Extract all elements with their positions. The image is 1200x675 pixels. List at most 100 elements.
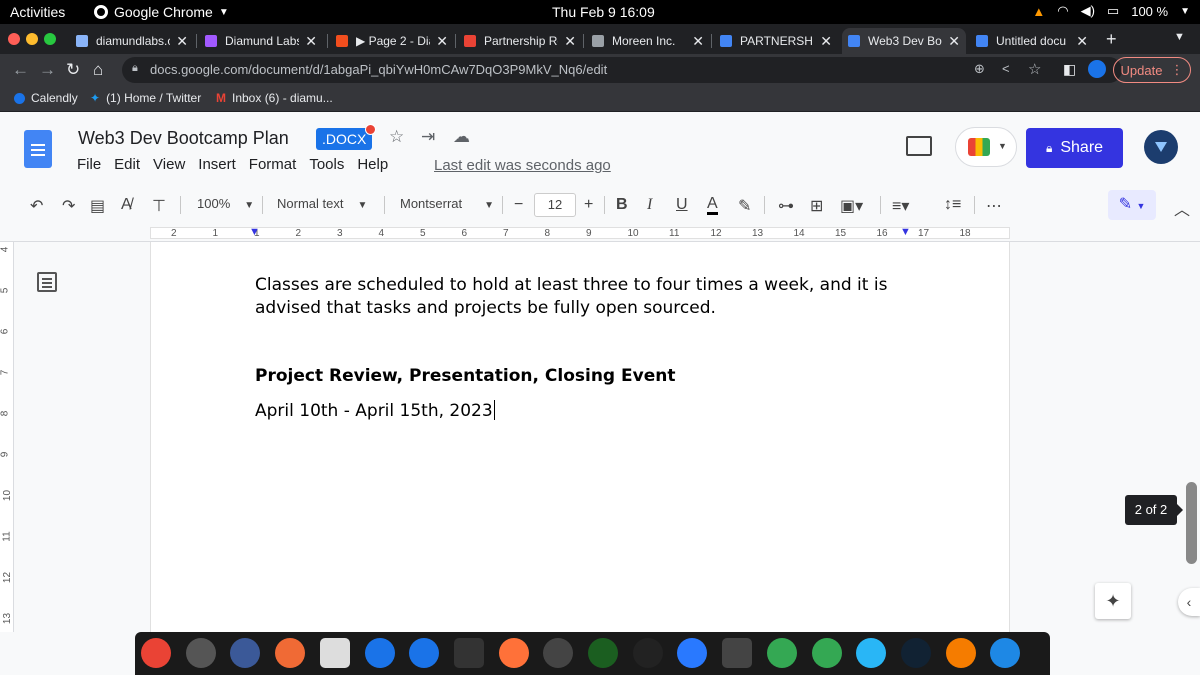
style-select[interactable]: Normal text ▼ xyxy=(277,196,367,211)
help-icon[interactable] xyxy=(453,638,484,668)
trash-icon[interactable] xyxy=(319,638,350,668)
menu-edit[interactable]: Edit xyxy=(114,156,140,173)
lock-icon[interactable]: 🔒︎ xyxy=(132,62,138,75)
link-icon[interactable]: ⊶ xyxy=(778,196,794,216)
increase-font-size-button[interactable]: + xyxy=(584,196,593,214)
browser-tab[interactable]: ▶ Page 2 - Dia ✕ xyxy=(330,28,454,54)
circle-app-icon[interactable] xyxy=(588,638,618,668)
browser-tab[interactable]: Web3 Dev Boo ✕ xyxy=(842,28,966,54)
side-panel-icon[interactable]: ◧ xyxy=(1063,61,1076,78)
comment-icon[interactable]: ⊞ xyxy=(810,196,823,216)
decrease-font-size-button[interactable]: − xyxy=(514,196,523,214)
undo-icon[interactable]: ↶ xyxy=(30,196,43,216)
close-tab-icon[interactable]: ✕ xyxy=(1076,33,1088,50)
font-select[interactable]: Montserrat ▼ xyxy=(400,196,494,211)
document-title[interactable]: Web3 Dev Bootcamp Plan xyxy=(78,128,289,149)
files-icon[interactable] xyxy=(677,638,708,668)
at-icon[interactable] xyxy=(856,638,887,668)
last-edit-link[interactable]: Last edit was seconds ago xyxy=(434,157,611,174)
vlc-icon[interactable] xyxy=(945,638,976,668)
app-menu[interactable]: Google Chrome ▼ xyxy=(94,4,229,20)
browser-tab[interactable]: Moreen Inc. ✕ xyxy=(586,28,710,54)
new-tab-button[interactable]: + xyxy=(1106,29,1117,50)
side-panel-toggle[interactable]: ‹ xyxy=(1178,588,1200,616)
docx-badge[interactable]: .DOCX xyxy=(316,124,377,150)
right-indent-marker-icon[interactable]: ▼ xyxy=(900,226,911,238)
browser-tab[interactable]: Untitled docu ✕ xyxy=(970,28,1094,54)
document-outline-icon[interactable] xyxy=(37,272,57,292)
menu-insert[interactable]: Insert xyxy=(198,156,236,173)
tab-search-icon[interactable]: ▼ xyxy=(1174,31,1185,43)
paint-format-icon[interactable]: ⊤ xyxy=(152,196,166,216)
screenshot-icon[interactable] xyxy=(230,638,261,668)
browser-tab[interactable]: PARTNERSHIP ✕ xyxy=(714,28,838,54)
align-icon[interactable]: ≡▾ xyxy=(892,196,909,216)
meet-button[interactable]: ▼ xyxy=(955,127,1017,167)
editing-mode-button[interactable]: ✎ ▼ xyxy=(1108,190,1156,220)
obs-icon[interactable] xyxy=(543,638,574,668)
docs-logo-icon[interactable] xyxy=(24,130,52,168)
extension-icon[interactable] xyxy=(1088,60,1106,78)
date-range-text[interactable]: April 10th - April 15th, 2023 xyxy=(255,400,495,421)
un-icon[interactable] xyxy=(990,638,1021,668)
horizontal-ruler[interactable]: 2 1 1 2 3 4 5 6 7 8 9 10 11 12 13 14 15 16 17 18 ▼ ▼ xyxy=(0,224,1200,242)
home-icon[interactable]: ⌂ xyxy=(93,60,103,80)
update-button[interactable]: Update ⋮ xyxy=(1113,57,1191,83)
feather-icon[interactable] xyxy=(364,638,395,668)
pencil-icon[interactable] xyxy=(275,638,306,668)
scrollbar-thumb[interactable] xyxy=(1186,482,1197,564)
minimize-window-button[interactable] xyxy=(26,33,38,45)
explore-button[interactable]: ✦ xyxy=(1095,583,1131,619)
terminal-icon[interactable] xyxy=(632,638,663,668)
url-text[interactable]: docs.google.com/document/d/1abgaPi_qbiYw… xyxy=(150,62,607,77)
redo-icon[interactable]: ↷ xyxy=(62,196,75,216)
reload-icon[interactable]: ↻ xyxy=(66,60,80,80)
move-icon[interactable]: ⇥ xyxy=(421,127,435,147)
app-store-icon[interactable] xyxy=(409,638,440,668)
firefox-icon[interactable] xyxy=(498,638,529,668)
system-tray[interactable]: ▲ ◠ ◀) ▭ 100 % ▼ xyxy=(1032,3,1190,19)
close-tab-icon[interactable]: ✕ xyxy=(948,33,960,50)
font-size-input[interactable]: 12 xyxy=(534,193,576,217)
bold-icon[interactable]: B xyxy=(616,196,628,214)
back-icon[interactable]: ← xyxy=(12,60,29,80)
browser-tab[interactable]: Partnership Re ✕ xyxy=(458,28,582,54)
maximize-window-button[interactable] xyxy=(44,33,56,45)
section-heading[interactable]: Project Review, Presentation, Closing Ev… xyxy=(255,366,675,386)
close-tab-icon[interactable]: ✕ xyxy=(436,33,448,50)
star-icon[interactable]: ☆ xyxy=(389,127,404,147)
share-page-icon[interactable]: < xyxy=(1002,61,1010,76)
close-tab-icon[interactable]: ✕ xyxy=(692,33,704,50)
browser-tab[interactable]: Diamund Labs ✕ xyxy=(199,28,323,54)
image-icon[interactable]: ▣▾ xyxy=(840,196,863,216)
settings-icon[interactable] xyxy=(185,638,216,668)
body-paragraph[interactable]: Classes are scheduled to hold at least t… xyxy=(255,274,887,320)
collapse-menu-icon[interactable]: ︿ xyxy=(1174,196,1190,220)
menu-view[interactable]: View xyxy=(153,156,185,173)
menu-help[interactable]: Help xyxy=(357,156,388,173)
speedometer-icon[interactable] xyxy=(900,638,931,668)
close-tab-icon[interactable]: ✕ xyxy=(820,33,832,50)
menu-format[interactable]: Format xyxy=(249,156,297,173)
toggle-icon[interactable] xyxy=(722,638,753,668)
zoom-select[interactable]: 100% ▼ xyxy=(197,196,254,211)
activities-button[interactable]: Activities xyxy=(10,4,65,20)
close-window-button[interactable] xyxy=(8,33,20,45)
clock[interactable]: Thu Feb 9 16:09 xyxy=(552,4,655,20)
text-color-icon[interactable]: A xyxy=(707,196,718,215)
close-tab-icon[interactable]: ✕ xyxy=(305,33,317,50)
spellcheck-icon[interactable]: A̸ xyxy=(121,196,132,214)
browser-tab[interactable]: diamundlabs.c ✕ xyxy=(70,28,194,54)
vertical-ruler[interactable]: 4 5 6 7 8 9 10 11 12 13 xyxy=(0,242,14,632)
close-tab-icon[interactable]: ✕ xyxy=(564,33,576,50)
avatar[interactable] xyxy=(1144,130,1178,164)
more-options-icon[interactable]: ⋯ xyxy=(986,196,1002,216)
puzzle-icon[interactable] xyxy=(766,638,797,668)
highlight-icon[interactable]: ✎ xyxy=(738,196,751,216)
zoom-icon[interactable]: ⊕ xyxy=(974,61,985,77)
bookmark-star-icon[interactable]: ☆ xyxy=(1028,60,1041,78)
menu-tools[interactable]: Tools xyxy=(309,156,344,173)
menu-file[interactable]: File xyxy=(77,156,101,173)
bookmark-gmail[interactable]: M Inbox (6) - diamu... xyxy=(216,91,333,105)
forward-icon[interactable]: → xyxy=(39,60,56,80)
